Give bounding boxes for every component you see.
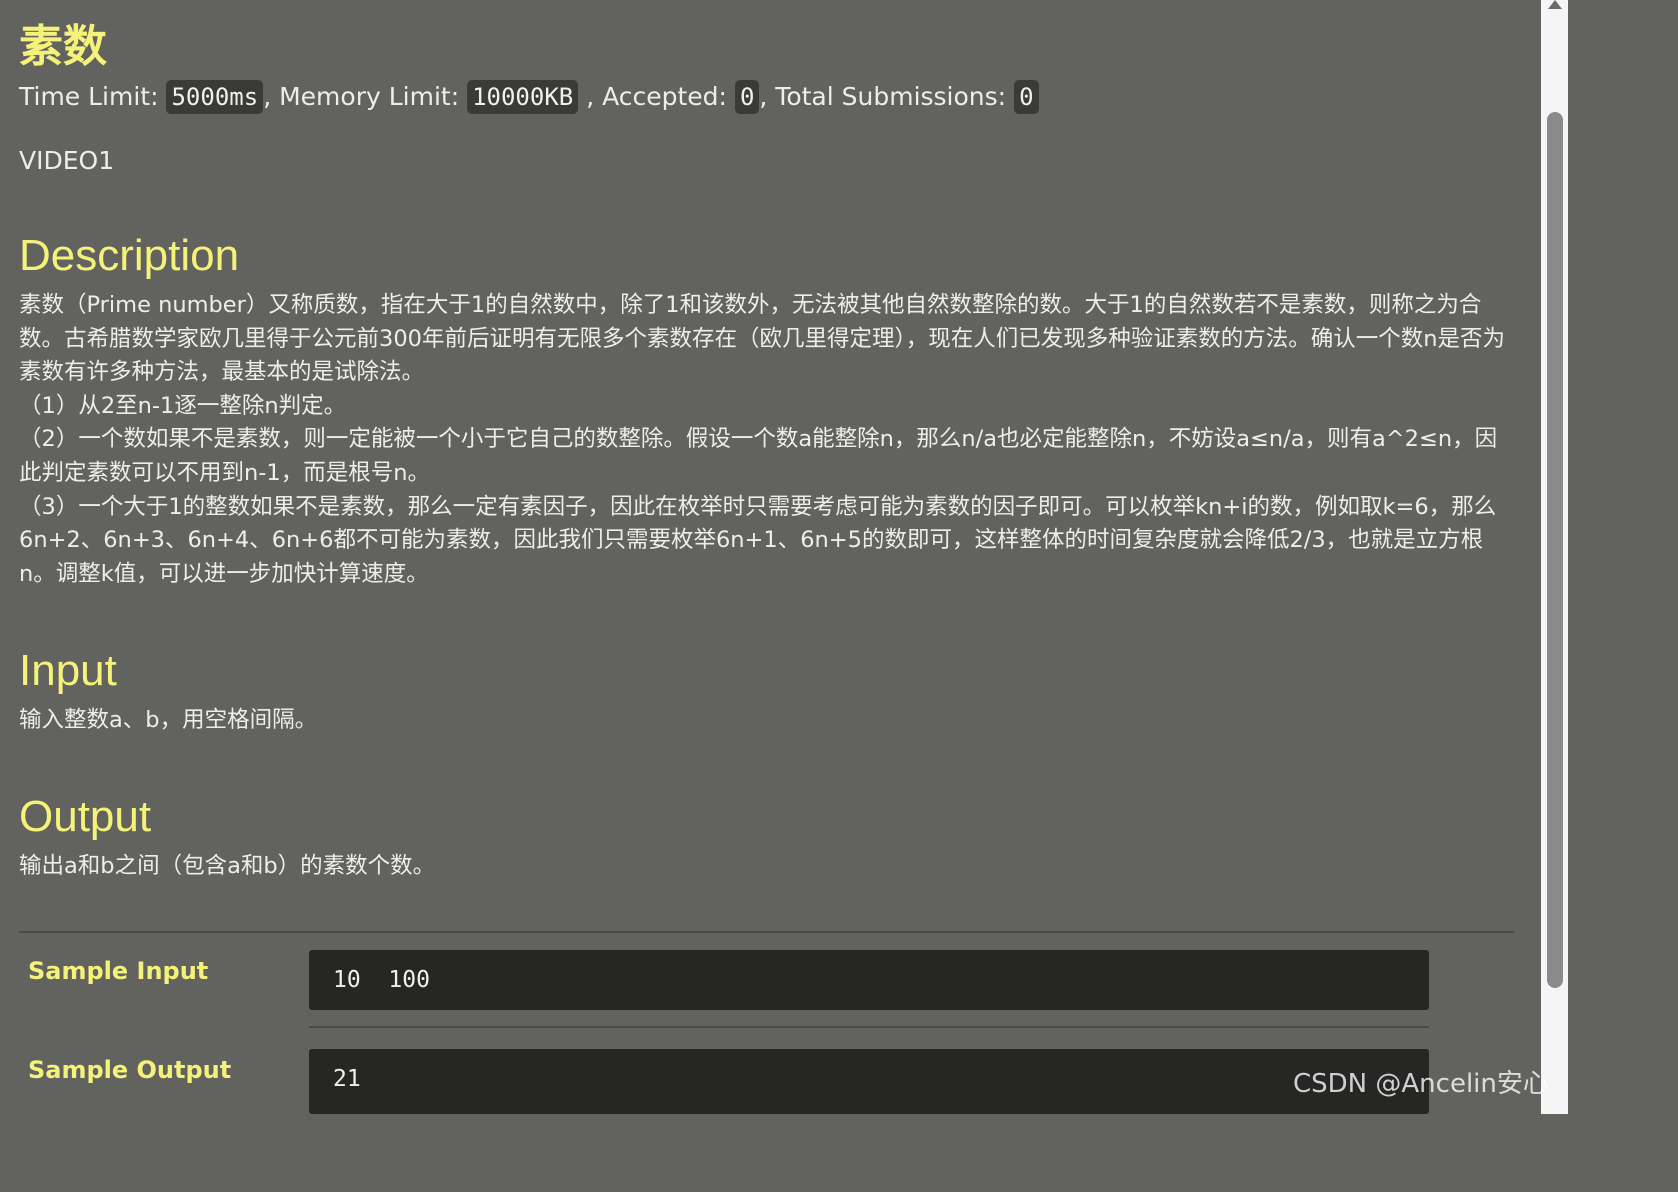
time-limit-label: Time Limit: — [19, 82, 159, 111]
description-paragraph: （2）一个数如果不是素数，则一定能被一个小于它自己的数整除。假设一个数a能整除n… — [19, 426, 1498, 486]
scrollbar-thumb[interactable] — [1547, 112, 1563, 988]
separator: , — [263, 82, 272, 111]
separator: , — [759, 82, 768, 111]
sample-input-label: Sample Input — [28, 957, 209, 985]
output-heading: Output — [19, 792, 152, 841]
accepted-label: Accepted: — [602, 82, 727, 111]
description-paragraph: （3）一个大于1的整数如果不是素数，那么一定有素因子，因此在枚举时只需要考虑可能… — [19, 493, 1497, 587]
input-description: 输入整数a、b，用空格间隔。 — [19, 707, 318, 733]
time-limit-value: 5000ms — [166, 80, 264, 114]
sample-output-box[interactable]: 21 — [309, 1049, 1429, 1114]
problem-page: 素数 Time Limit: 5000ms, Memory Limit: 100… — [0, 0, 1541, 1114]
watermark: CSDN @Ancelin安心 — [1293, 1069, 1549, 1099]
description-paragraph: （1）从2至n-1逐一整除n判定。 — [19, 392, 347, 419]
submissions-label: Total Submissions: — [775, 82, 1007, 111]
sample-output-label: Sample Output — [28, 1056, 232, 1084]
memory-limit-label: Memory Limit: — [279, 82, 460, 111]
description-paragraph: 素数（Prime number）又称质数，指在大于1的自然数中，除了1和该数外，… — [19, 292, 1505, 386]
description-heading: Description — [19, 231, 240, 280]
accepted-value: 0 — [734, 80, 760, 114]
description-body: 素数（Prime number）又称质数，指在大于1的自然数中，除了1和该数外，… — [19, 289, 1519, 591]
memory-limit-value: 10000KB — [467, 80, 579, 114]
sample-input-box[interactable]: 10 100 — [309, 950, 1429, 1010]
limits-bar: Time Limit: 5000ms, Memory Limit: 10000K… — [19, 80, 1039, 114]
input-heading: Input — [19, 646, 117, 695]
section-divider — [19, 931, 1514, 933]
problem-title: 素数 — [19, 21, 107, 72]
submissions-value: 0 — [1014, 80, 1039, 114]
separator: , — [586, 82, 595, 111]
sample-divider — [309, 1026, 1429, 1028]
output-description: 输出a和b之间（包含a和b）的素数个数。 — [19, 853, 436, 879]
video-link[interactable]: VIDEO1 — [19, 145, 114, 177]
scroll-up-arrow-icon[interactable] — [1548, 0, 1562, 9]
